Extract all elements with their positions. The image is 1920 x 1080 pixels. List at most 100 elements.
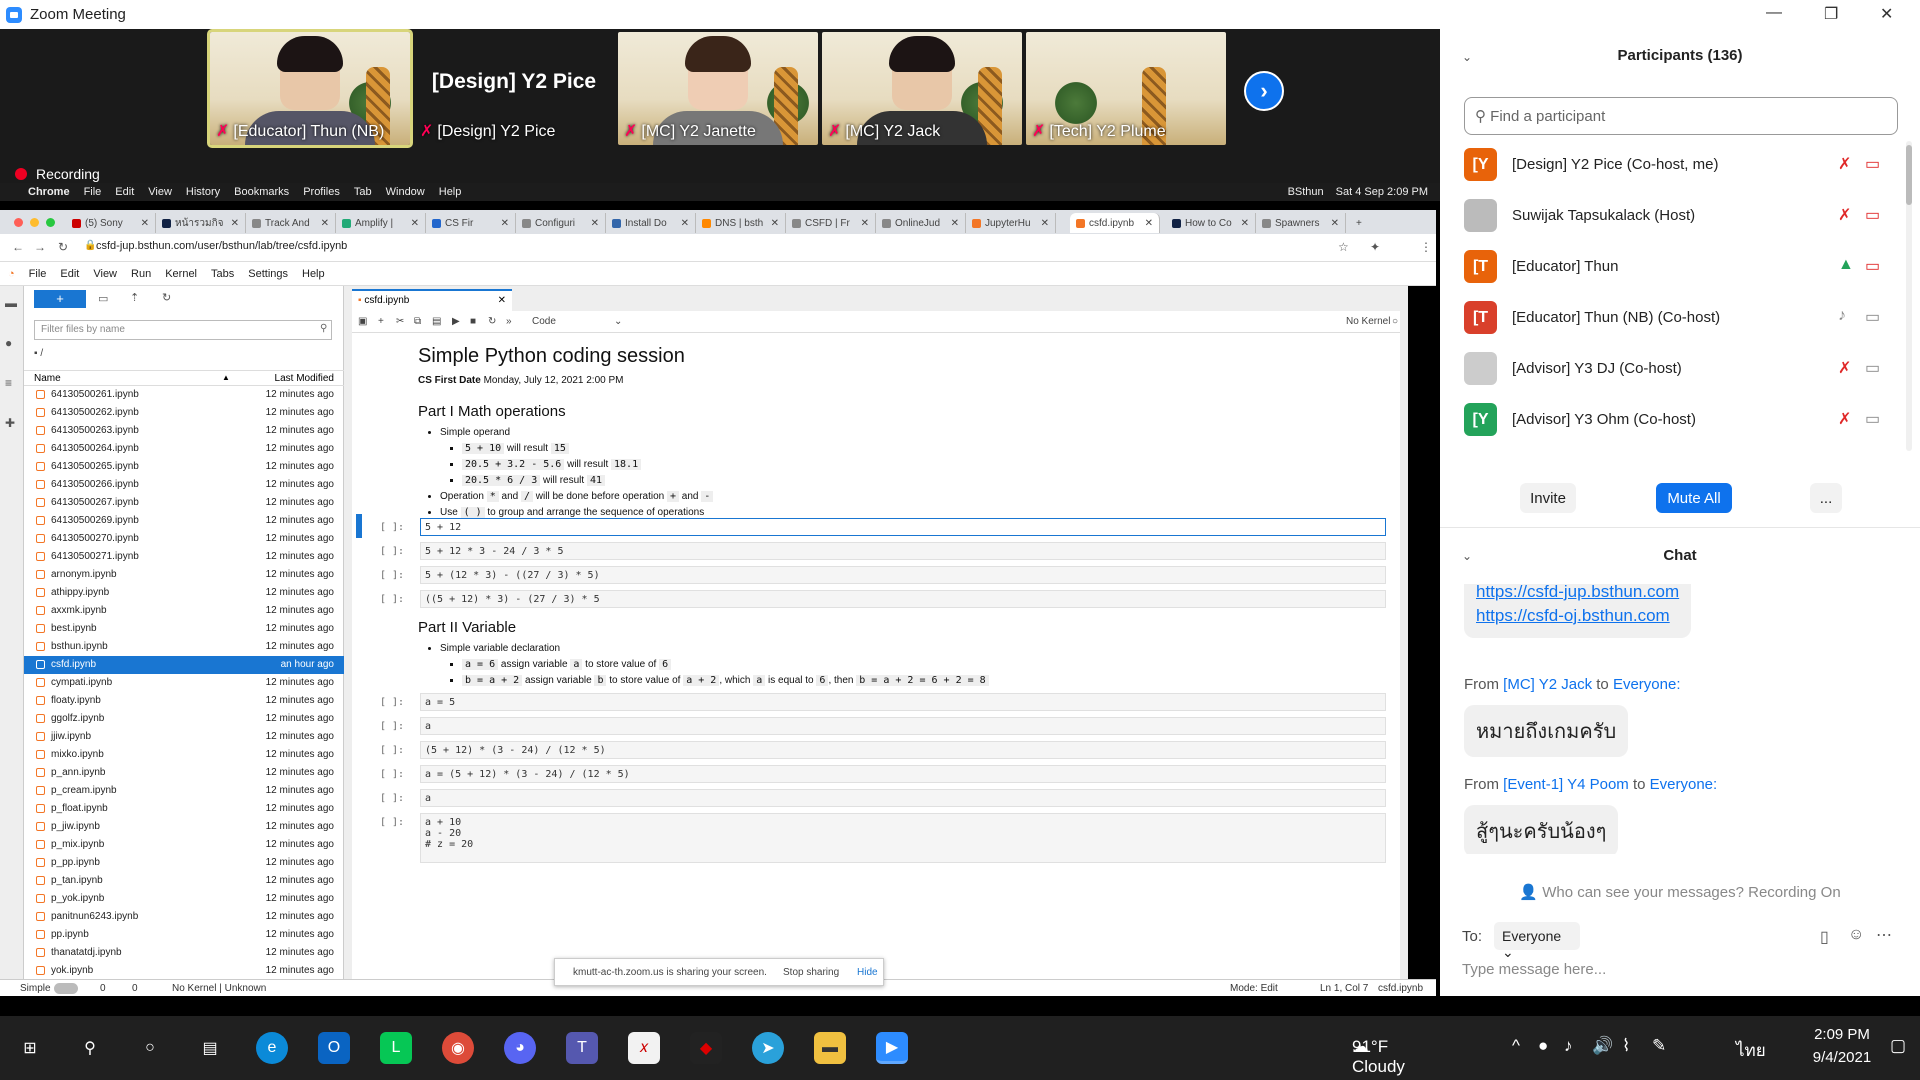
bookmark-star-icon[interactable]: ☆: [1338, 240, 1349, 254]
file-row[interactable]: p_yok.ipynb 12 minutes ago: [24, 890, 344, 908]
zoom-dot-icon[interactable]: [46, 218, 55, 227]
mic-muted-icon[interactable]: ✗: [1838, 154, 1851, 174]
file-row[interactable]: thanatatdj.ipynb 12 minutes ago: [24, 944, 344, 962]
run-icon[interactable]: ▶: [452, 316, 460, 327]
file-row[interactable]: arnonym.ipynb 12 minutes ago: [24, 566, 344, 584]
refresh-icon[interactable]: ↻: [162, 291, 171, 304]
participant-row[interactable]: [T [Educator] Thun (NB) (Co-host) ♪ ▭: [1440, 293, 1920, 344]
participant-row[interactable]: [Y [Design] Y2 Pice (Co-host, me) ✗ ▭: [1440, 140, 1920, 191]
toc-icon[interactable]: ≡: [5, 376, 19, 390]
file-row[interactable]: cympati.ipynb 12 minutes ago: [24, 674, 344, 692]
file-row[interactable]: p_float.ipynb 12 minutes ago: [24, 800, 344, 818]
code-cell[interactable]: [ ]: a: [356, 717, 1396, 735]
col-last-modified[interactable]: Last Modified: [275, 373, 334, 384]
recipient-select[interactable]: Everyone ⌄: [1494, 922, 1580, 960]
windows-start-icon[interactable]: ⊞: [14, 1032, 46, 1064]
file-icon[interactable]: ▯: [1820, 927, 1829, 947]
file-row[interactable]: 64130500261.ipynb 12 minutes ago: [24, 386, 344, 404]
chrome-tab[interactable]: OnlineJud ✕: [876, 213, 966, 233]
file-row[interactable]: 64130500266.ipynb 12 minutes ago: [24, 476, 344, 494]
code-cell[interactable]: [ ]: (5 + 12) * (3 - 24) / (12 * 5): [356, 741, 1396, 759]
jmenu-file[interactable]: File: [29, 268, 47, 280]
stop-icon[interactable]: ■: [470, 316, 476, 327]
url-field[interactable]: csfd-jup.bsthun.com/user/bsthun/lab/tree…: [96, 240, 347, 252]
mac-menu-chrome[interactable]: Chrome: [28, 186, 70, 198]
tray-time[interactable]: 2:09 PM: [1802, 1026, 1882, 1043]
video-tile-design-pice[interactable]: [Design] Y2 Pice ✗ [Design] Y2 Pice: [414, 32, 614, 145]
chrome-tab[interactable]: Install Do ✕: [606, 213, 696, 233]
pen-icon[interactable]: ✎: [1652, 1036, 1666, 1056]
hide-button[interactable]: Hide: [857, 967, 878, 978]
chrome-tab[interactable]: (5) Sony ✕: [66, 213, 156, 233]
chrome-tab[interactable]: DNS | bsth ✕: [696, 213, 786, 233]
maximize-button[interactable]: ❐: [1824, 4, 1838, 24]
mic-tray-icon[interactable]: ♪: [1564, 1036, 1573, 1056]
chat-link[interactable]: https://csfd-oj.bsthun.com: [1476, 604, 1679, 628]
line-icon[interactable]: L: [380, 1032, 412, 1064]
file-row[interactable]: pp.ipynb 12 minutes ago: [24, 926, 344, 944]
chevron-up-icon[interactable]: ^: [1512, 1036, 1520, 1056]
file-row[interactable]: 64130500263.ipynb 12 minutes ago: [24, 422, 344, 440]
col-name[interactable]: Name: [34, 373, 61, 384]
participant-row[interactable]: Suwijak Tapsukalack (Host) ✗ ▭: [1440, 191, 1920, 242]
search-icon[interactable]: ⚲: [74, 1032, 106, 1064]
code-cell-active[interactable]: [ ]: 5 + 12: [356, 514, 1396, 538]
file-row[interactable]: p_pp.ipynb 12 minutes ago: [24, 854, 344, 872]
chevron-down-icon[interactable]: ⌄: [614, 316, 622, 327]
cursor-position[interactable]: Ln 1, Col 7: [1320, 983, 1368, 994]
chat-sender[interactable]: [MC] Y2 Jack: [1503, 676, 1592, 693]
chrome-tab[interactable]: Spawners ✕: [1256, 213, 1346, 233]
file-row[interactable]: 64130500269.ipynb 12 minutes ago: [24, 512, 344, 530]
garena-icon[interactable]: ◆: [690, 1032, 722, 1064]
file-row[interactable]: ggolfz.ipynb 12 minutes ago: [24, 710, 344, 728]
md-part1-cell[interactable]: Part I Math operations: [418, 403, 566, 420]
chrome-tab[interactable]: หน้ารวมกิจ ✕: [156, 213, 246, 233]
gallery-next-button[interactable]: ›: [1244, 71, 1284, 111]
video-off-icon[interactable]: ▭: [1865, 154, 1880, 174]
minimize-dot-icon[interactable]: [30, 218, 39, 227]
file-filter-input[interactable]: Filter files by name: [34, 320, 332, 340]
mac-menu-tab[interactable]: Tab: [354, 186, 372, 198]
kernel-count[interactable]: 0: [132, 983, 138, 994]
fast-forward-icon[interactable]: »: [506, 316, 512, 327]
file-row[interactable]: p_mix.ipynb 12 minutes ago: [24, 836, 344, 854]
task-view-icon[interactable]: ▤: [194, 1032, 226, 1064]
jmenu-tabs[interactable]: Tabs: [211, 268, 234, 280]
cell-code[interactable]: 5 + 12: [420, 518, 1386, 536]
find-participant-input[interactable]: ⚲ Find a participant: [1464, 97, 1898, 135]
chrome-tab-active[interactable]: csfd.ipynb ✕: [1070, 213, 1160, 233]
stop-sharing-button[interactable]: Stop sharing: [783, 967, 839, 978]
simple-mode-toggle[interactable]: [54, 983, 78, 994]
mute-all-button[interactable]: Mute All: [1656, 483, 1732, 513]
file-row[interactable]: p_jiw.ipynb 12 minutes ago: [24, 818, 344, 836]
cell-code[interactable]: ((5 + 12) * 3) - (27 / 3) * 5: [420, 590, 1386, 608]
input-language[interactable]: ไทย: [1736, 1037, 1766, 1064]
breadcrumb[interactable]: ▪ /: [34, 348, 43, 359]
md-date-cell[interactable]: CS First Date Monday, July 12, 2021 2:00…: [418, 375, 623, 386]
kernel-status[interactable]: No Kernel | Unknown: [172, 983, 266, 994]
network-icon[interactable]: ⌇: [1622, 1036, 1630, 1056]
kernel-name[interactable]: No Kernel: [1346, 316, 1390, 327]
chat-sender[interactable]: [Event-1] Y4 Poom: [1503, 776, 1629, 793]
save-icon[interactable]: ▣: [358, 316, 367, 327]
chrome-tab[interactable]: Track And ✕: [246, 213, 336, 233]
cell-code[interactable]: a: [420, 717, 1386, 735]
upload-icon[interactable]: ⇡: [130, 291, 139, 304]
file-row[interactable]: panitnun6243.ipynb 12 minutes ago: [24, 908, 344, 926]
mac-menu-edit[interactable]: Edit: [115, 186, 134, 198]
cell-code[interactable]: a + 10 a - 20 # z = 20: [420, 813, 1386, 863]
chat-link[interactable]: https://csfd-jup.bsthun.com: [1476, 584, 1679, 604]
terminal-count[interactable]: 0: [100, 983, 106, 994]
chrome-tab[interactable]: CSFD | Fr ✕: [786, 213, 876, 233]
file-row[interactable]: 64130500271.ipynb 12 minutes ago: [24, 548, 344, 566]
jmenu-run[interactable]: Run: [131, 268, 151, 280]
file-row[interactable]: mixko.ipynb 12 minutes ago: [24, 746, 344, 764]
close-dot-icon[interactable]: [14, 218, 23, 227]
desmos-icon[interactable]: 𝑥: [628, 1032, 660, 1064]
file-row[interactable]: csfd.ipynb an hour ago: [24, 656, 344, 674]
cell-code[interactable]: (5 + 12) * (3 - 24) / (12 * 5): [420, 741, 1386, 759]
cell-code[interactable]: 5 + (12 * 3) - ((27 / 3) * 5): [420, 566, 1386, 584]
file-row[interactable]: best.ipynb 12 minutes ago: [24, 620, 344, 638]
chrome-icon[interactable]: ◉: [442, 1032, 474, 1064]
file-row[interactable]: floaty.ipynb 12 minutes ago: [24, 692, 344, 710]
